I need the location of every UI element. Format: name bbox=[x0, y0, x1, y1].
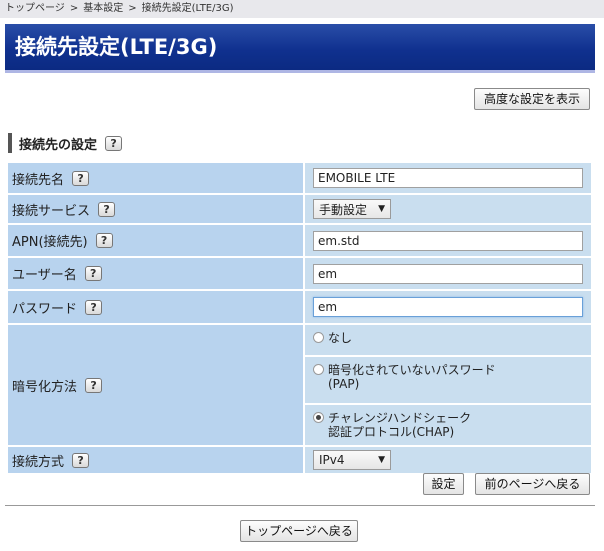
profile-name-label-cell: 接続先名? bbox=[8, 163, 305, 195]
ip-type-value-cell: IPv4 ▼ bbox=[305, 447, 591, 475]
username-input[interactable]: em bbox=[313, 263, 583, 284]
auth-options-cell: なし 暗号化されていないパスワード (PAP) チャレンジハンドシェーク 認証プロト… bbox=[305, 325, 591, 447]
help-icon[interactable]: ? bbox=[98, 201, 116, 217]
apn-input[interactable]: em.std bbox=[313, 230, 583, 251]
auth-option-chap-sublabel: 認証プロトコル(CHAP) bbox=[328, 425, 455, 439]
password-value-cell: em bbox=[305, 291, 591, 325]
ip-type-label: 接続方式 bbox=[12, 454, 65, 470]
row-ip-type: 接続方式? IPv4 ▼ bbox=[8, 447, 591, 475]
help-icon[interactable]: ? bbox=[85, 377, 103, 393]
radio-pap[interactable] bbox=[313, 364, 324, 375]
auth-option-pap-label: 暗号化されていないパスワード bbox=[328, 363, 496, 377]
auth-label: 暗号化方法 bbox=[12, 379, 78, 395]
password-label: パスワード bbox=[12, 301, 78, 317]
dropdown-arrow-icon: ▼ bbox=[378, 204, 385, 214]
page-title: 接続先設定(LTE/3G) bbox=[5, 24, 595, 70]
footer-divider bbox=[5, 505, 595, 506]
service-label-cell: 接続サービス? bbox=[8, 195, 305, 225]
ip-type-selected-value: IPv4 bbox=[319, 453, 345, 467]
apn-label: APN(接続先) bbox=[12, 235, 88, 250]
ip-type-label-cell: 接続方式? bbox=[8, 447, 305, 475]
username-label-cell: ユーザー名? bbox=[8, 258, 305, 291]
row-username: ユーザー名? em bbox=[8, 258, 591, 291]
username-label: ユーザー名 bbox=[12, 268, 77, 283]
username-value-cell: em bbox=[305, 258, 591, 291]
profile-name-label: 接続先名 bbox=[12, 172, 65, 188]
section-header: 接続先の設定 ? bbox=[8, 132, 123, 154]
top-page-button[interactable]: トップページへ戻る bbox=[240, 520, 358, 542]
section-title: 接続先の設定 bbox=[19, 137, 98, 153]
apn-value-cell: em.std bbox=[305, 225, 591, 258]
title-underline bbox=[5, 70, 595, 73]
profile-name-input[interactable]: EMOBILE LTE bbox=[313, 168, 583, 188]
help-icon[interactable]: ? bbox=[105, 135, 123, 151]
section-marker bbox=[8, 133, 12, 153]
breadcrumb-basic[interactable]: 基本設定 bbox=[83, 3, 123, 14]
breadcrumb-current: 接続先設定(LTE/3G) bbox=[141, 3, 234, 14]
help-icon[interactable]: ? bbox=[85, 299, 103, 315]
apn-label-cell: APN(接続先)? bbox=[8, 225, 305, 258]
auth-option-chap-label: チャレンジハンドシェーク bbox=[328, 411, 472, 425]
row-apn: APN(接続先)? em.std bbox=[8, 225, 591, 258]
service-selected-value: 手動設定 bbox=[319, 202, 368, 217]
row-profile-name: 接続先名? EMOBILE LTE bbox=[8, 163, 591, 195]
breadcrumb-separator: > bbox=[69, 3, 79, 14]
auth-option-none-label: なし bbox=[328, 331, 353, 345]
service-value-cell: 手動設定 ▼ bbox=[305, 195, 591, 225]
breadcrumb: トップページ > 基本設定 > 接続先設定(LTE/3G) bbox=[0, 0, 604, 18]
help-icon[interactable]: ? bbox=[95, 233, 113, 248]
radio-none[interactable] bbox=[313, 332, 324, 343]
back-button[interactable]: 前のページへ戻る bbox=[475, 473, 590, 495]
help-icon[interactable]: ? bbox=[84, 266, 102, 281]
help-icon[interactable]: ? bbox=[72, 170, 90, 186]
auth-label-cell: 暗号化方法? bbox=[8, 325, 305, 447]
service-label: 接続サービス bbox=[12, 203, 91, 219]
service-select[interactable]: 手動設定 ▼ bbox=[313, 199, 391, 219]
profile-name-value-cell: EMOBILE LTE bbox=[305, 163, 591, 195]
breadcrumb-top[interactable]: トップページ bbox=[5, 3, 65, 14]
radio-chap-selected[interactable] bbox=[313, 412, 324, 423]
ip-type-select[interactable]: IPv4 ▼ bbox=[313, 450, 391, 470]
row-service: 接続サービス? 手動設定 ▼ bbox=[8, 195, 591, 225]
auth-option-chap[interactable]: チャレンジハンドシェーク 認証プロトコル(CHAP) bbox=[305, 405, 591, 445]
dropdown-arrow-icon: ▼ bbox=[378, 455, 385, 465]
auth-option-none[interactable]: なし bbox=[305, 325, 591, 357]
password-input[interactable]: em bbox=[313, 297, 583, 317]
row-auth: 暗号化方法? なし 暗号化されていないパスワード (PAP) チャレンジハンドシェ… bbox=[8, 325, 591, 447]
row-password: パスワード? em bbox=[8, 291, 591, 325]
password-label-cell: パスワード? bbox=[8, 291, 305, 325]
help-icon[interactable]: ? bbox=[72, 452, 90, 468]
auth-option-pap[interactable]: 暗号化されていないパスワード (PAP) bbox=[305, 357, 591, 405]
settings-table: 接続先名? EMOBILE LTE 接続サービス? 手動設定 ▼ APN(接続先)… bbox=[8, 163, 591, 475]
apply-button[interactable]: 設定 bbox=[423, 473, 464, 495]
advanced-settings-button[interactable]: 高度な設定を表示 bbox=[474, 88, 590, 110]
auth-option-pap-sublabel: (PAP) bbox=[328, 377, 360, 391]
breadcrumb-separator: > bbox=[128, 3, 137, 14]
